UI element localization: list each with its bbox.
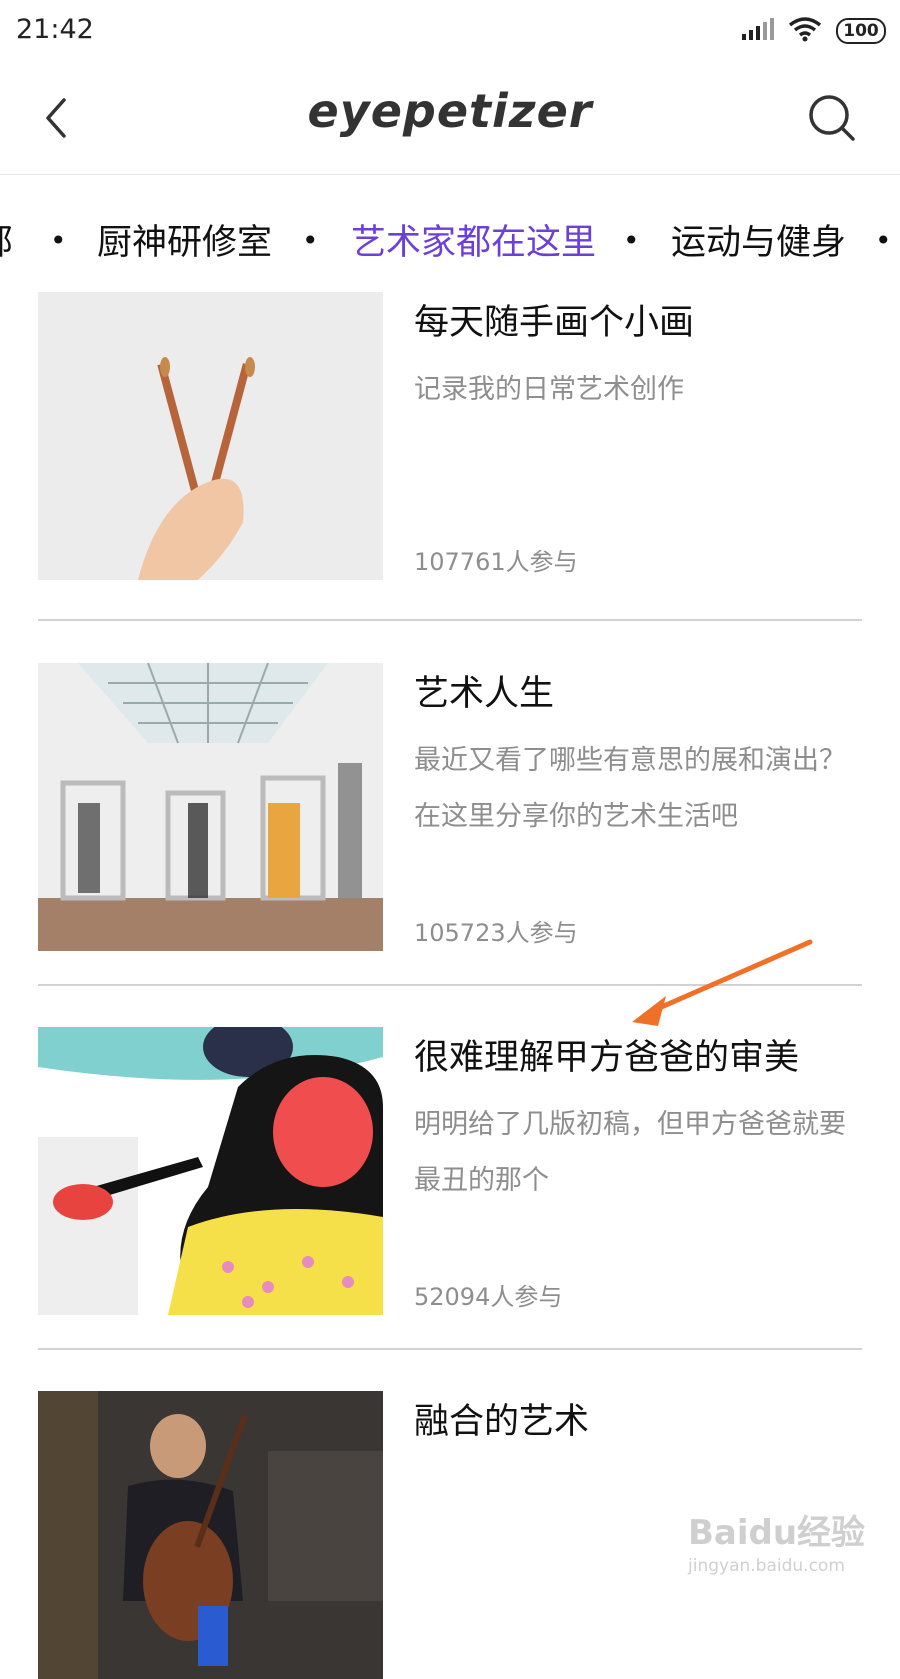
divider (38, 1348, 862, 1350)
watermark-logo: Baidu经验 (688, 1513, 866, 1553)
topic-title: 融合的艺术 (414, 1402, 590, 1442)
topic-title: 艺术人生 (414, 674, 555, 714)
search-button[interactable] (806, 92, 858, 144)
status-time: 21:42 (16, 14, 94, 45)
wifi-icon (788, 16, 822, 46)
tab-sports[interactable]: 运动与健身 (671, 214, 846, 265)
signal-icon (740, 17, 774, 45)
topic-item[interactable]: 每天随手画个小画 记录我的日常艺术创作 107761人参与 (38, 292, 862, 580)
topic-participant-count: 105723人参与 (414, 919, 578, 947)
app-logo: eyepetizer (307, 84, 593, 138)
topic-title: 很难理解甲方爸爸的审美 (414, 1038, 800, 1078)
topic-thumbnail (38, 1027, 383, 1315)
app-header: eyepetizer (0, 62, 900, 175)
topic-participant-count: 107761人参与 (414, 548, 578, 576)
topic-participant-count: 52094人参与 (414, 1283, 563, 1311)
topic-description: 记录我的日常艺术创作 (414, 374, 684, 405)
status-bar: 21:42 100 (0, 0, 900, 62)
tab-separator: • (50, 224, 67, 257)
category-tabs: 部 • 厨神研修室 • 艺术家都在这里 • 运动与健身 • (0, 174, 900, 292)
topic-item[interactable]: 很难理解甲方爸爸的审美 明明给了几版初稿，但甲方爸爸就要最丑的那个 52094人… (38, 1027, 862, 1315)
topic-thumbnail (38, 663, 383, 951)
annotation-arrow-icon (632, 939, 813, 1026)
tab-artists[interactable]: 艺术家都在这里 (351, 214, 596, 265)
topic-description: 最近又看了哪些有意思的展和演出？在这里分享你的艺术生活吧 (414, 745, 846, 832)
topic-title: 每天随手画个小画 (414, 303, 695, 343)
tab-kitchen[interactable]: 厨神研修室 (97, 214, 272, 265)
topic-thumbnail (38, 292, 383, 580)
topic-item[interactable]: 艺术人生 最近又看了哪些有意思的展和演出？在这里分享你的艺术生活吧 105723… (38, 663, 862, 951)
watermark-url: jingyan.baidu.com (688, 1556, 845, 1576)
tab-separator: • (875, 224, 892, 257)
tab-partial[interactable]: 部 (0, 214, 13, 265)
divider (38, 619, 862, 621)
search-icon (809, 95, 855, 141)
tab-separator: • (623, 224, 640, 257)
status-icons: 100 (740, 14, 886, 48)
battery-indicator: 100 (836, 18, 886, 44)
topic-description: 明明给了几版初稿，但甲方爸爸就要最丑的那个 (414, 1109, 846, 1196)
tab-separator: • (302, 224, 319, 257)
topic-thumbnail (38, 1391, 383, 1679)
